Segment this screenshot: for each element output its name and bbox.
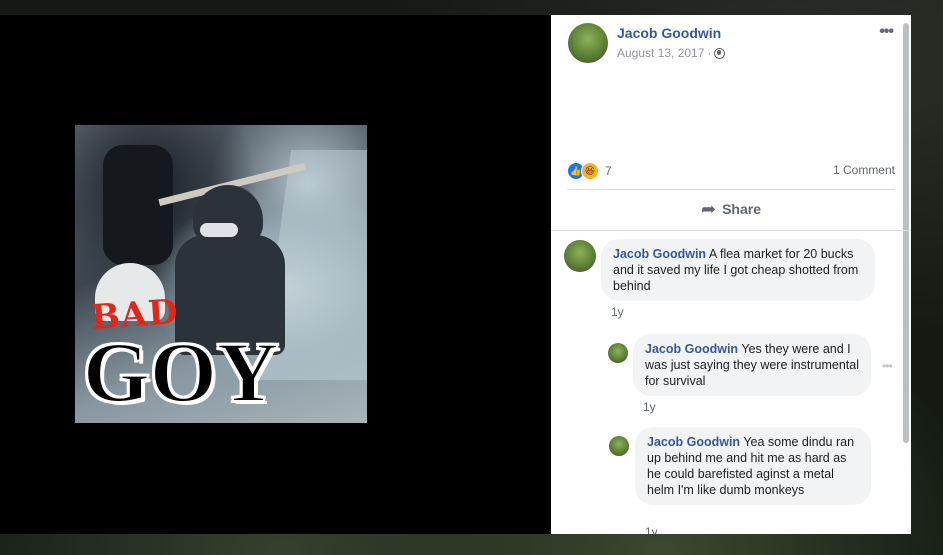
globe-icon xyxy=(714,47,726,59)
reply-author[interactable]: Jacob Goodwin xyxy=(645,342,738,356)
post-meta: August 13, 2017 · xyxy=(617,46,726,60)
comment-time[interactable]: 1y xyxy=(611,305,624,319)
meta-separator: · xyxy=(707,46,712,60)
share-label: Share xyxy=(722,201,761,217)
comment-avatar[interactable] xyxy=(564,240,596,272)
reactions-summary[interactable]: 👍 😆 7 xyxy=(567,162,612,180)
scrollbar[interactable] xyxy=(903,23,909,443)
reply-avatar[interactable] xyxy=(608,343,628,363)
divider xyxy=(551,230,911,231)
photo-goggles xyxy=(200,223,238,237)
share-button[interactable]: ➦ Share xyxy=(551,200,911,218)
avatar[interactable] xyxy=(568,23,608,63)
comment-bubble: Jacob Goodwin A flea market for 20 bucks… xyxy=(601,239,875,301)
share-icon: ➦ xyxy=(700,199,717,219)
haha-icon: 😆 xyxy=(581,162,599,180)
reply-time[interactable]: 1y xyxy=(643,400,656,414)
reply-author[interactable]: Jacob Goodwin xyxy=(647,435,740,449)
comment-author[interactable]: Jacob Goodwin xyxy=(613,247,706,261)
reply-options-icon[interactable]: ••• xyxy=(882,359,893,373)
reaction-count: 7 xyxy=(605,164,612,178)
post-date[interactable]: August 13, 2017 xyxy=(617,46,704,60)
reply-avatar[interactable] xyxy=(609,436,629,456)
post-photo[interactable]: BAD GOY xyxy=(75,125,367,423)
photo-overlay-large-text: GOY xyxy=(82,324,280,420)
post-panel: Jacob Goodwin August 13, 2017 · ••• 👍 😆 … xyxy=(551,15,911,534)
reply-bubble: Jacob Goodwin Yes they were and I was ju… xyxy=(633,334,871,396)
post-author[interactable]: Jacob Goodwin xyxy=(617,25,721,41)
comment-count-link[interactable]: 1 Comment xyxy=(833,163,895,177)
photo-viewer: BAD GOY xyxy=(0,15,551,534)
reply-bubble: Jacob Goodwin Yea some dindu ran up behi… xyxy=(635,427,871,505)
divider xyxy=(567,189,895,190)
more-options-icon[interactable]: ••• xyxy=(879,23,894,41)
reply-time[interactable]: 1y xyxy=(645,525,658,534)
